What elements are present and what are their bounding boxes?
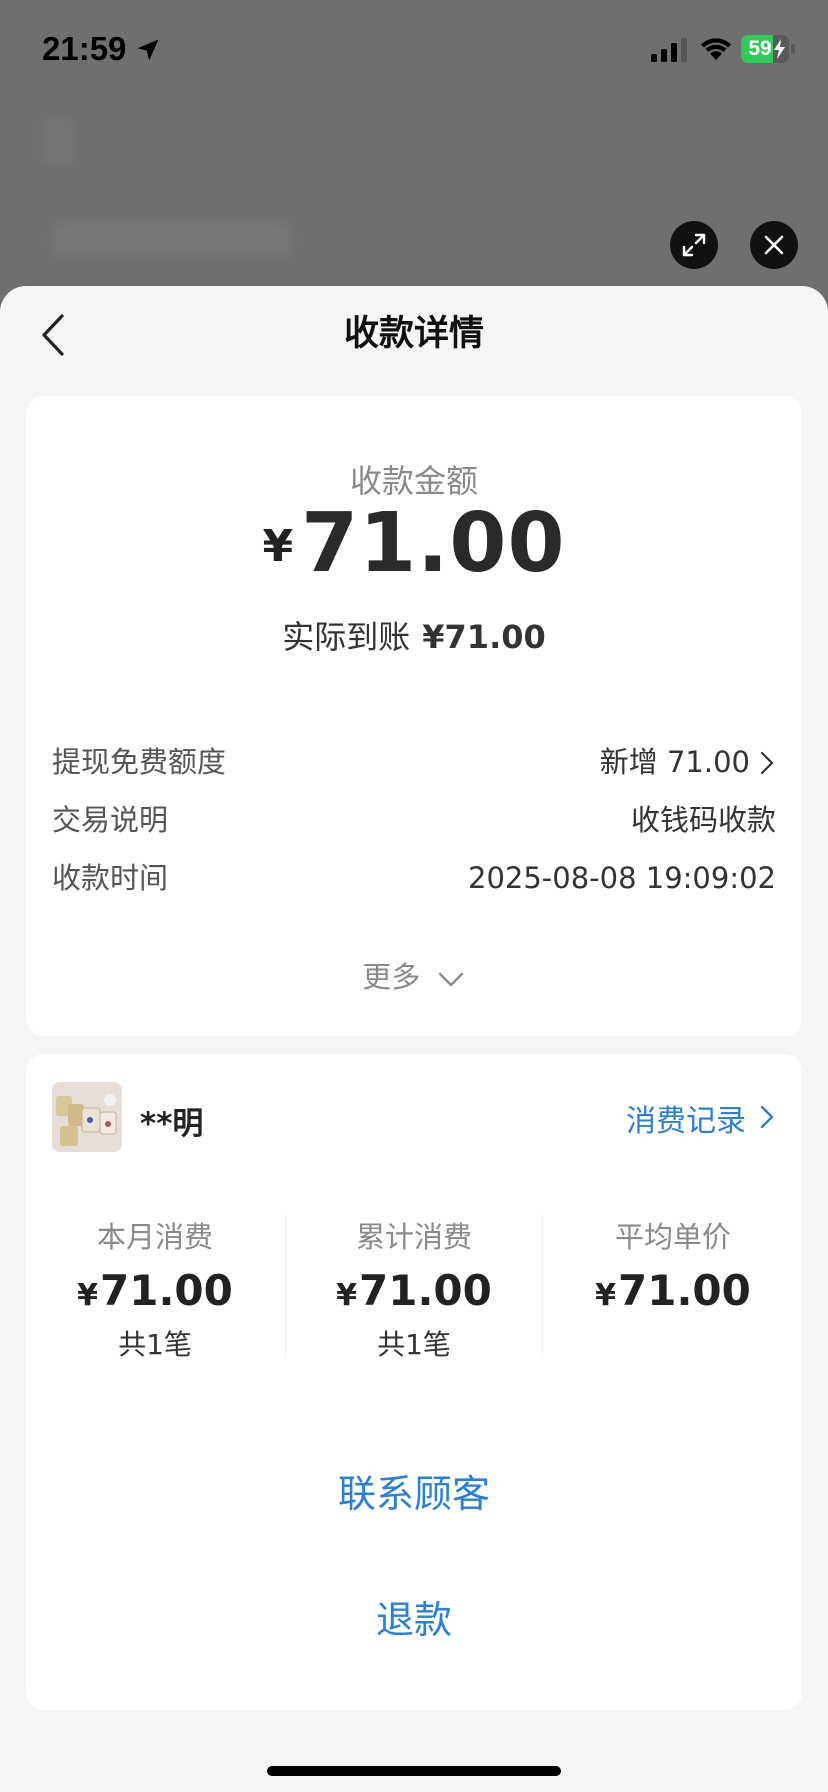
avatar: [52, 1082, 122, 1152]
close-button[interactable]: [750, 221, 798, 269]
received-amount: ¥71.00: [422, 618, 546, 656]
received-label: 实际到账: [282, 618, 411, 656]
more-button[interactable]: 更多: [26, 954, 802, 996]
info-label: 交易说明: [52, 803, 169, 837]
info-row-description: 交易说明 收钱码收款: [52, 800, 776, 840]
info-value: 收钱码收款: [630, 803, 776, 837]
stat-amount: ¥71.00: [595, 1266, 751, 1315]
battery-level: 59: [748, 37, 772, 60]
stat-amount: ¥71.00: [77, 1266, 233, 1315]
chevron-down-icon: [438, 972, 463, 987]
stat-count: 共1笔: [377, 1328, 451, 1361]
avatar-image: [52, 1082, 122, 1152]
stat-amount: ¥71.00: [336, 1266, 492, 1315]
info-label: 收款时间: [52, 861, 169, 895]
stat-label: 累计消费: [355, 1220, 472, 1254]
info-row-free-quota[interactable]: 提现免费额度 新增 71.00: [52, 742, 776, 782]
status-time: 21:59: [42, 30, 127, 67]
records-label: 消费记录: [626, 1104, 746, 1139]
amount-value: 71.00: [301, 496, 566, 591]
background-blurred-content: [52, 222, 292, 256]
consumption-records-link[interactable]: 消费记录: [626, 1096, 776, 1140]
currency-symbol: ¥: [262, 521, 294, 572]
status-bar: 21:59 59: [0, 0, 828, 100]
stat-monthly: 本月消费 ¥71.00 共1笔: [26, 1214, 284, 1361]
customer-name: **明: [140, 1106, 204, 1142]
background-blurred-content: [40, 118, 74, 166]
page-title: 收款详情: [343, 314, 484, 354]
contact-customer-button[interactable]: 联系顾客: [26, 1440, 802, 1548]
stat-count: 共1笔: [118, 1328, 192, 1361]
signal-icon: [651, 38, 687, 62]
expand-icon: [682, 233, 706, 257]
refund-button[interactable]: 退款: [26, 1566, 802, 1674]
amount-card: 收款金额 ¥71.00 实际到账 ¥71.00 提现免费额度 新增 71.00 交…: [26, 396, 802, 1036]
home-indicator[interactable]: [267, 1766, 561, 1776]
amount-display: ¥71.00: [26, 496, 802, 591]
wifi-icon: [701, 38, 731, 60]
received-row: 实际到账 ¥71.00: [26, 612, 802, 658]
chevron-right-icon: [760, 751, 774, 775]
info-label: 提现免费额度: [52, 745, 227, 779]
expand-button[interactable]: [670, 221, 718, 269]
info-value: 2025-08-08 19:09:02: [468, 861, 776, 895]
info-value: 新增 71.00: [599, 745, 750, 779]
info-row-time: 收款时间 2025-08-08 19:09:02: [52, 858, 776, 898]
location-arrow-icon: [137, 39, 159, 61]
more-label: 更多: [362, 960, 421, 994]
chevron-right-icon: [760, 1105, 774, 1129]
close-icon: [764, 235, 784, 255]
stat-total: 累计消费 ¥71.00 共1笔: [285, 1214, 543, 1361]
stat-label: 本月消费: [96, 1220, 213, 1254]
stat-average: 平均单价 ¥71.00: [544, 1214, 802, 1358]
payment-detail-sheet: 收款详情 收款金额 ¥71.00 实际到账 ¥71.00 提现免费额度 新增 71…: [0, 286, 828, 1792]
stat-label: 平均单价: [614, 1220, 731, 1254]
